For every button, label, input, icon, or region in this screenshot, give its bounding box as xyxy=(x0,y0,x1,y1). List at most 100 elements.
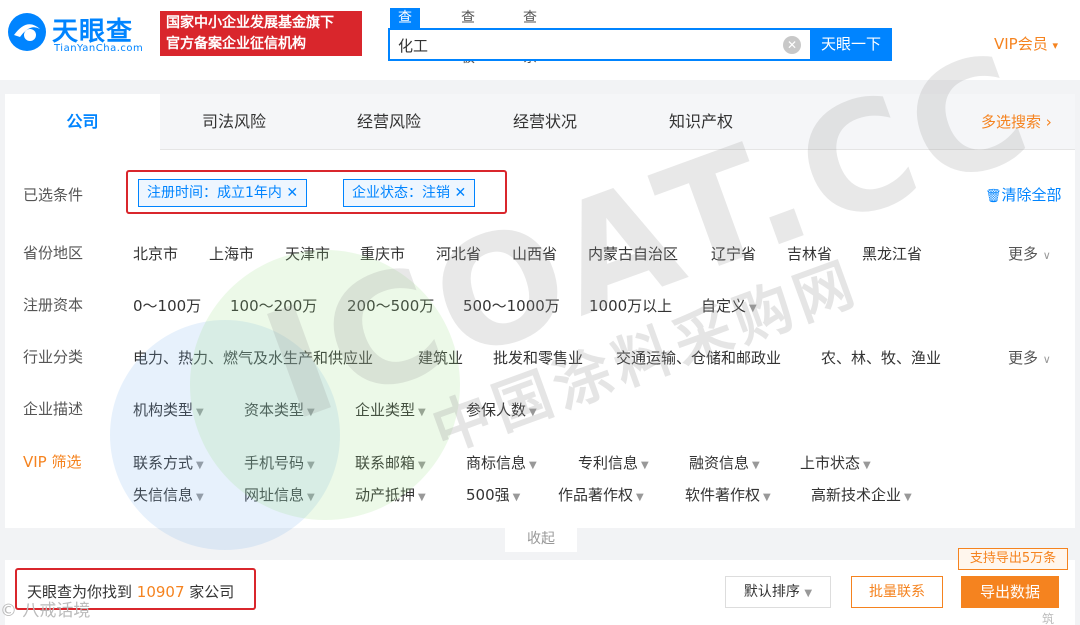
search-tab-boss[interactable]: 查老板 xyxy=(461,8,475,66)
dropdown-label: 商标信息 xyxy=(466,454,527,472)
desc-dropdown[interactable]: 资本类型 ▼ xyxy=(244,399,315,420)
custom-label: 自定义 xyxy=(701,297,747,315)
vip-dropdown[interactable]: 融资信息 ▼ xyxy=(689,452,760,473)
tab-ip[interactable]: 知识产权 xyxy=(669,94,733,150)
industry-more-button[interactable]: 更多 ∨ xyxy=(1008,347,1051,368)
corner-watermark: © 八戒话境 xyxy=(0,601,91,621)
sort-label: 默认排序 xyxy=(743,584,800,600)
caret-down-icon: ▼ xyxy=(418,492,426,503)
province-option[interactable]: 吉林省 xyxy=(787,243,832,264)
collapse-button[interactable]: 收起 xyxy=(505,528,577,552)
tab-business-status[interactable]: 经营状况 xyxy=(513,94,577,150)
dropdown-label: 500强 xyxy=(466,486,510,504)
province-more-button[interactable]: 更多 ∨ xyxy=(1008,243,1051,264)
province-option[interactable]: 上海市 xyxy=(209,243,254,264)
province-option[interactable]: 黑龙江省 xyxy=(862,243,922,264)
industry-option[interactable]: 批发和零售业 xyxy=(493,347,583,368)
vip-dropdown[interactable]: 网址信息 ▼ xyxy=(244,484,315,505)
industry-label: 行业分类 xyxy=(23,348,84,366)
province-option[interactable]: 河北省 xyxy=(436,243,481,264)
vip-dropdown[interactable]: 动产抵押 ▼ xyxy=(355,484,426,505)
vip-dropdown[interactable]: 上市状态 ▼ xyxy=(800,452,871,473)
batch-contact-button[interactable]: 批量联系 xyxy=(851,576,943,608)
category-tabs: 公司 司法风险 经营风险 经营状况 知识产权 多选搜索 › xyxy=(5,94,1075,150)
vip-dropdown[interactable]: 软件著作权 ▼ xyxy=(685,484,771,505)
close-icon[interactable]: ✕ xyxy=(454,185,466,201)
dropdown-label: 网址信息 xyxy=(244,486,305,504)
dropdown-label: 失信信息 xyxy=(133,486,194,504)
chevron-down-icon: ∨ xyxy=(1042,353,1051,366)
vip-dropdown[interactable]: 失信信息 ▼ xyxy=(133,484,204,505)
dropdown-label: 企业类型 xyxy=(355,401,416,419)
result-bar: 天眼查为你找到 10907 家公司 默认排序 ▼ 批量联系 导出数据 xyxy=(5,560,1075,625)
result-count: 10907 xyxy=(136,583,185,601)
clear-all-label: 清除全部 xyxy=(1001,186,1062,204)
corner-watermark-2: 筑 xyxy=(1042,612,1055,625)
chip-reg-time[interactable]: 注册时间：成立1年内 ✕ xyxy=(138,179,308,207)
search-button[interactable]: 天眼一下 xyxy=(810,28,892,61)
vip-dropdown[interactable]: 高新技术企业 ▼ xyxy=(811,484,912,505)
export-data-button[interactable]: 导出数据 xyxy=(961,576,1059,608)
trash-icon: 🗑 xyxy=(985,189,1002,204)
caret-down-icon: ▼ xyxy=(749,303,757,314)
province-option[interactable]: 山西省 xyxy=(512,243,557,264)
province-option[interactable]: 北京市 xyxy=(133,243,178,264)
vip-dropdown[interactable]: 手机号码 ▼ xyxy=(244,452,315,473)
close-icon[interactable]: ✕ xyxy=(286,185,298,201)
vip-member-link[interactable]: VIP会员 ▾ xyxy=(994,33,1058,54)
vip-dropdown[interactable]: 专利信息 ▼ xyxy=(578,452,649,473)
caret-down-icon: ▼ xyxy=(752,460,760,471)
logo[interactable]: 天眼查 TianYanCha.com xyxy=(6,9,156,59)
desc-dropdown[interactable]: 机构类型 ▼ xyxy=(133,399,204,420)
vip-dropdown[interactable]: 联系方式 ▼ xyxy=(133,452,204,473)
vip-dropdown[interactable]: 联系邮箱 ▼ xyxy=(355,452,426,473)
capital-custom-dropdown[interactable]: 自定义 ▼ xyxy=(701,295,757,316)
chip-label: 注册时间：成立1年内 xyxy=(147,185,282,201)
industry-option[interactable]: 建筑业 xyxy=(418,347,463,368)
caret-down-icon: ▼ xyxy=(763,492,771,503)
capital-option[interactable]: 0～100万 xyxy=(133,295,201,316)
capital-option[interactable]: 500～1000万 xyxy=(463,295,560,316)
province-option[interactable]: 重庆市 xyxy=(360,243,405,264)
dropdown-label: 机构类型 xyxy=(133,401,194,419)
vip-dropdown[interactable]: 作品著作权 ▼ xyxy=(558,484,644,505)
caret-down-icon: ▼ xyxy=(529,407,537,418)
tab-business-risk[interactable]: 经营风险 xyxy=(357,94,421,150)
search-input[interactable] xyxy=(398,34,778,56)
caret-down-icon: ▼ xyxy=(418,407,426,418)
search-tab-company[interactable]: 查公司 xyxy=(390,8,420,66)
sort-dropdown[interactable]: 默认排序 ▼ xyxy=(725,576,831,608)
dropdown-label: 动产抵押 xyxy=(355,486,416,504)
clear-all-button[interactable]: 🗑清除全部 xyxy=(985,184,1062,205)
industry-option[interactable]: 电力、热力、燃气及水生产和供应业 xyxy=(133,347,373,368)
capital-option[interactable]: 1000万以上 xyxy=(589,295,672,316)
province-option[interactable]: 辽宁省 xyxy=(711,243,756,264)
province-option[interactable]: 天津市 xyxy=(285,243,330,264)
multi-search-link[interactable]: 多选搜索 › xyxy=(981,94,1052,150)
province-option[interactable]: 内蒙古自治区 xyxy=(588,243,678,264)
chip-status[interactable]: 企业状态：注销 ✕ xyxy=(343,179,476,207)
more-label: 更多 xyxy=(1008,349,1039,367)
caret-down-icon: ▼ xyxy=(804,588,813,599)
dropdown-label: 联系方式 xyxy=(133,454,194,472)
industry-option[interactable]: 农、林、牧、渔业 xyxy=(821,347,941,368)
clear-icon[interactable]: ✕ xyxy=(783,36,801,54)
desc-dropdown[interactable]: 企业类型 ▼ xyxy=(355,399,426,420)
result-suffix: 家公司 xyxy=(189,583,235,601)
caret-down-icon: ▼ xyxy=(636,492,644,503)
capital-option[interactable]: 200～500万 xyxy=(347,295,434,316)
badge-line-1: 国家中小企业发展基金旗下 xyxy=(166,15,334,31)
tab-judicial-risk[interactable]: 司法风险 xyxy=(202,94,266,150)
desc-label: 企业描述 xyxy=(23,400,84,418)
search-tab-relation[interactable]: 查关系 xyxy=(523,8,537,66)
multi-search-label: 多选搜索 xyxy=(981,113,1042,131)
chip-label: 企业状态：注销 xyxy=(352,185,450,201)
vip-dropdown[interactable]: 500强 ▼ xyxy=(466,484,520,505)
more-label: 更多 xyxy=(1008,245,1039,263)
capital-option[interactable]: 100～200万 xyxy=(230,295,317,316)
industry-option[interactable]: 交通运输、仓储和邮政业 xyxy=(616,347,781,368)
desc-dropdown[interactable]: 参保人数 ▼ xyxy=(466,399,537,420)
tab-company[interactable]: 公司 xyxy=(5,94,160,150)
export-tip-badge: 支持导出5万条 xyxy=(958,548,1068,570)
vip-dropdown[interactable]: 商标信息 ▼ xyxy=(466,452,537,473)
